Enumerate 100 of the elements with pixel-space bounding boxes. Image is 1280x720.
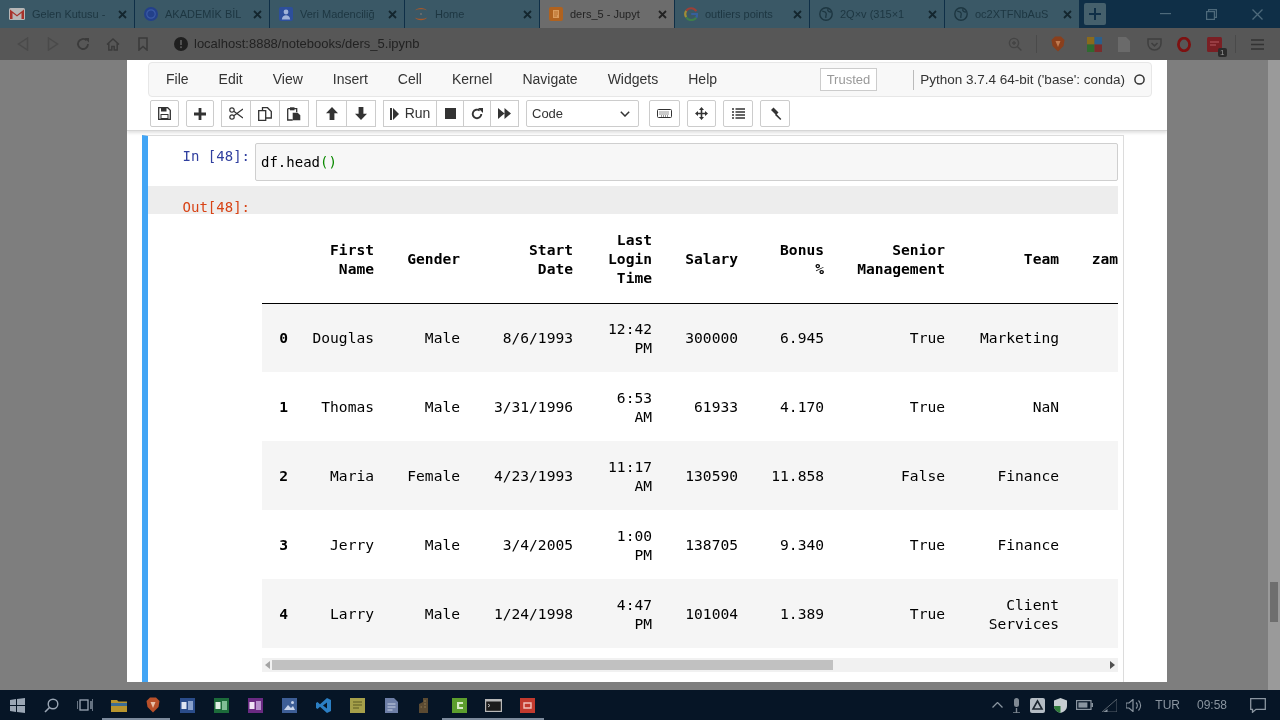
notebook-icon [247,697,263,713]
stop-button[interactable] [436,100,464,127]
kernel-name[interactable]: Python 3.7.4 64-bit ('base': conda) [913,69,1125,90]
column-header: zam [1066,215,1118,303]
four-panes-icon [9,697,25,713]
run-button[interactable]: Run [383,100,437,127]
app-icon [451,697,467,713]
picture-icon [281,697,297,713]
restore-icon[interactable] [1205,8,1217,20]
table-cell: Marketing [952,303,1066,372]
tools-button[interactable] [760,100,790,127]
scrollbar-thumb[interactable] [1270,582,1278,622]
search-icon [43,697,59,713]
ring-icon [684,7,698,21]
triangle-tile-icon[interactable] [1030,697,1046,713]
info-icon[interactable] [174,37,188,51]
plus-icon [194,107,206,120]
table-cell: 4/23/1993 [467,441,580,510]
menu-item[interactable]: File [151,63,204,96]
column-header: Salary [659,215,745,303]
table-cell: Male [381,372,467,441]
move-down-button[interactable] [346,100,376,127]
microphone-icon[interactable] [1012,697,1022,713]
color-grid-icon[interactable] [1086,36,1102,52]
run-all-button[interactable] [490,100,519,127]
table-cell: Maria [295,441,381,510]
save-button[interactable] [150,100,179,127]
table-cell: 6:53 AM [580,372,659,441]
column-header: Gender [381,215,467,303]
table-cell: True [831,372,952,441]
table-cell: True [831,510,952,579]
table-cell: 1:00 PM [580,510,659,579]
speech-bubble-icon[interactable] [1250,697,1266,713]
move-button[interactable] [687,100,716,127]
menu-item[interactable]: Insert [317,63,383,96]
task-view-icon [77,698,93,712]
cell-type-select[interactable]: Code [526,100,639,127]
table-cell: Thomas [295,372,381,441]
table-cell: Finance [952,510,1066,579]
cut-button[interactable] [221,100,251,127]
row-index: 1 [262,372,295,441]
command-palette-button[interactable] [649,100,680,127]
table-cell: Female [381,441,467,510]
input-language[interactable]: TUR [1155,696,1180,714]
table-cell: 138705 [659,510,745,579]
table-cell: 3/4/2005 [467,510,580,579]
list-button[interactable] [723,100,753,127]
copy-button[interactable] [250,100,280,127]
table-cell: False [831,441,952,510]
horizontal-scrollbar[interactable] [262,658,1118,672]
menu-item[interactable]: Kernel [436,63,508,96]
globe-icon [819,7,833,21]
scissors-icon [229,107,243,120]
table-cell: 101004 [659,579,745,648]
building-icon [419,697,431,713]
clock[interactable]: 09:58 [1196,696,1227,714]
restart-button[interactable] [463,100,491,127]
insert-cell-button[interactable] [186,100,214,127]
emblem-icon [144,7,158,21]
column-header: Senior Management [831,215,952,303]
speaker-icon[interactable] [1126,698,1143,712]
close-icon[interactable] [658,9,667,19]
menu-item[interactable]: Help [673,63,733,96]
table-cell: 3/31/1996 [467,372,580,441]
close-icon[interactable] [1251,8,1263,20]
menu-item[interactable]: Navigate [507,63,593,96]
row-index: 4 [262,579,295,648]
document-icon [179,697,195,713]
menu-item[interactable]: Widgets [592,63,674,96]
row-index: 0 [262,303,295,372]
scrollbar-thumb[interactable] [272,660,833,670]
paste-button[interactable] [279,100,309,127]
table-cell: Male [381,510,467,579]
terminal-icon [484,698,502,712]
table-cell: Male [381,579,467,648]
move-up-button[interactable] [316,100,347,127]
plus-icon [1089,8,1101,20]
column-header: Last Login Time [580,215,659,303]
app-icon [519,697,535,713]
minimize-icon[interactable] [1159,13,1171,15]
table-cell: 1.389 [745,579,831,648]
shield-icon [146,697,160,713]
menu-item[interactable]: Edit [203,63,258,96]
circle-icon [1134,74,1145,85]
scroll-right-icon[interactable] [1110,661,1115,669]
vertical-scrollbar[interactable] [1268,60,1280,690]
table-cell: Finance [952,441,1066,510]
menu-item[interactable]: Cell [382,63,437,96]
table-cell: 61933 [659,372,745,441]
table-cell: Jerry [295,510,381,579]
table-cell: NaN [952,372,1066,441]
code-input[interactable]: df.head() [255,143,1118,181]
output-prompt: Out[48]: [181,198,251,216]
chevron-up-icon[interactable] [992,702,1004,708]
shield-icon[interactable] [1054,697,1068,713]
table-cell: 8/6/1993 [467,303,580,372]
table-cell: True [831,303,952,372]
menu-item[interactable]: View [257,63,318,96]
wifi-bars-icon[interactable] [1102,698,1118,712]
battery-icon[interactable] [1076,700,1094,710]
